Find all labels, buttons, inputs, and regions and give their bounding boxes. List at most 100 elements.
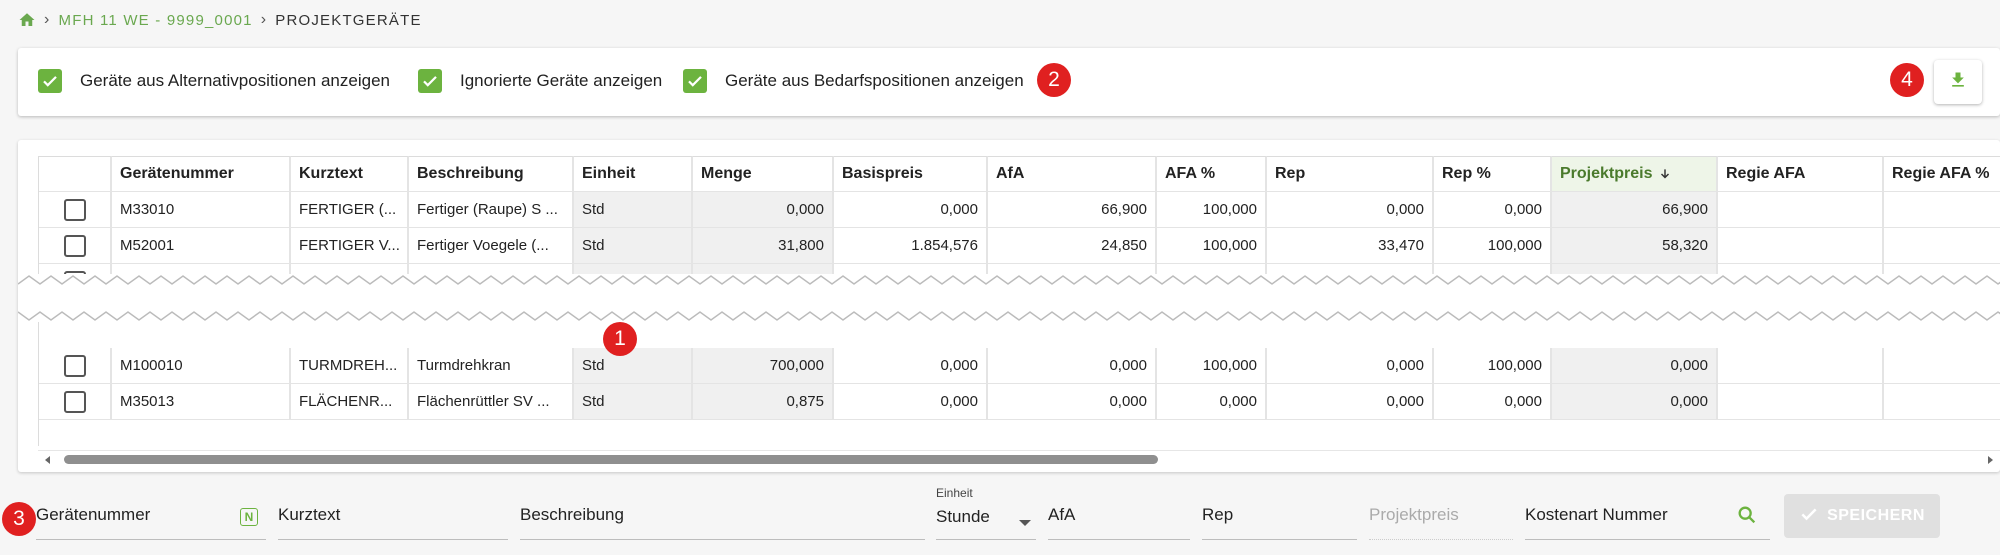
scroll-left-icon[interactable] [42,453,54,465]
cell-regie-afa-percent[interactable] [1884,384,2000,420]
header-regie-afa[interactable]: Regie AFA [1718,156,1884,192]
beschreibung-field[interactable]: Beschreibung [520,490,925,540]
cell-geraetenummer[interactable]: M100010 [112,348,291,384]
breadcrumb-separator: › [260,11,268,28]
breadcrumb-project-link[interactable]: MFH 11 WE - 9999_0001 [59,12,253,29]
cell-regie-afa[interactable] [1718,348,1884,384]
row-checkbox[interactable] [63,354,86,377]
header-rep-percent[interactable]: Rep % [1434,156,1552,192]
header-regie-afa-percent[interactable]: Regie AFA % [1884,156,2000,192]
table-row[interactable]: M52001 FERTIGER V... Fertiger Voegele (...… [39,228,2000,264]
cell-regie-afa-percent[interactable] [1884,348,2000,384]
rep-field[interactable]: Rep [1202,490,1357,540]
cell-geraetenummer[interactable]: M33010 [112,192,291,228]
kostenart-field[interactable]: Kostenart Nummer [1525,490,1770,540]
header-afa-percent[interactable]: AFA % [1157,156,1267,192]
checkbox-checked-icon[interactable] [418,69,442,93]
cell-kurztext[interactable]: TURMDREH... [291,348,409,384]
header-menge[interactable]: Menge [693,156,834,192]
cell-regie-afa[interactable] [1718,192,1884,228]
filter-panel: Geräte aus Alternativpositionen anzeigen… [18,48,2000,116]
cell-projektpreis[interactable]: 0,000 [1552,384,1718,420]
header-kurztext[interactable]: Kurztext [291,156,409,192]
cell-basispreis[interactable]: 0,000 [834,384,988,420]
cell-basispreis[interactable]: 0,000 [834,348,988,384]
cell-beschreibung[interactable]: Flächenrüttler SV ... [409,384,574,420]
cell-rep[interactable]: 33,470 [1267,228,1434,264]
filter-bedarfspositionen[interactable]: Geräte aus Bedarfspositionen anzeigen [683,69,1024,93]
cell-rep-percent[interactable]: 100,000 [1434,228,1552,264]
cell-afa[interactable]: 0,000 [988,348,1157,384]
scroll-right-icon[interactable] [1984,453,1996,465]
cell-afa[interactable]: 24,850 [988,228,1157,264]
header-einheit[interactable]: Einheit [574,156,693,192]
row-checkbox[interactable] [63,198,86,221]
header-basispreis[interactable]: Basispreis [834,156,988,192]
cell-menge[interactable]: 31,800 [693,228,834,264]
search-icon[interactable] [1736,504,1758,531]
cell-rep-percent[interactable]: 0,000 [1434,384,1552,420]
breadcrumb-separator: › [44,11,51,28]
cell-regie-afa-percent[interactable] [1884,192,2000,228]
n-badge-icon: N [240,508,258,526]
cell-rep-percent[interactable]: 0,000 [1434,192,1552,228]
cell-afa-percent[interactable]: 100,000 [1157,192,1267,228]
row-checkbox[interactable] [63,234,86,257]
filter-alternativpositionen[interactable]: Geräte aus Alternativpositionen anzeigen [38,69,390,93]
cell-menge[interactable]: 700,000 [693,348,834,384]
cell-beschreibung[interactable]: Fertiger (Raupe) S ... [409,192,574,228]
cell-menge[interactable]: 0,875 [693,384,834,420]
header-select[interactable] [39,156,112,192]
cell-regie-afa-percent[interactable] [1884,228,2000,264]
cell-einheit[interactable]: Std [574,228,693,264]
cell-regie-afa[interactable] [1718,384,1884,420]
checkbox-checked-icon[interactable] [683,69,707,93]
cell-afa[interactable]: 0,000 [988,384,1157,420]
row-checkbox[interactable] [63,390,86,413]
cell-afa[interactable]: 66,900 [988,192,1157,228]
cell-projektpreis[interactable]: 66,900 [1552,192,1718,228]
cell-kurztext[interactable]: FERTIGER (... [291,192,409,228]
header-rep[interactable]: Rep [1267,156,1434,192]
cell-beschreibung[interactable]: Turmdrehkran [409,348,574,384]
filter-ignorierte[interactable]: Ignorierte Geräte anzeigen [418,69,662,93]
geraetenummer-field[interactable]: Gerätenummer N [36,490,266,540]
cell-afa-percent[interactable]: 100,000 [1157,348,1267,384]
cell-basispreis[interactable]: 0,000 [834,192,988,228]
cell-basispreis[interactable]: 1.854,576 [834,228,988,264]
cell-projektpreis[interactable]: 58,320 [1552,228,1718,264]
cell-regie-afa[interactable] [1718,228,1884,264]
checkbox-checked-icon[interactable] [38,69,62,93]
cell-rep[interactable]: 0,000 [1267,348,1434,384]
table-row[interactable]: M35013 FLÄCHENR... Flächenrüttler SV ... St… [39,384,2000,420]
table-row[interactable]: M33010 FERTIGER (... Fertiger (Raupe) S ..… [39,192,2000,228]
cell-rep[interactable]: 0,000 [1267,192,1434,228]
cell-geraetenummer[interactable]: M52001 [112,228,291,264]
home-icon[interactable] [18,11,36,29]
cell-einheit[interactable]: Std [574,384,693,420]
cell-kurztext[interactable]: FLÄCHENR... [291,384,409,420]
table-row[interactable]: M100010 TURMDREH... Turmdrehkran Std 700,000… [39,348,2000,384]
header-afa[interactable]: AfA [988,156,1157,192]
cell-rep-percent[interactable]: 100,000 [1434,348,1552,384]
header-projektpreis[interactable]: Projektpreis [1552,156,1718,192]
cell-einheit[interactable]: Std [574,348,693,384]
header-beschreibung[interactable]: Beschreibung [409,156,574,192]
cell-einheit[interactable]: Std [574,192,693,228]
cell-afa-percent[interactable]: 100,000 [1157,228,1267,264]
cell-rep[interactable]: 0,000 [1267,384,1434,420]
einheit-select[interactable]: Stunde [936,490,1036,540]
download-button[interactable] [1934,60,1982,104]
scrollbar-thumb[interactable] [64,455,1158,464]
save-button[interactable]: SPEICHERN [1784,494,1940,538]
cell-projektpreis[interactable]: 0,000 [1552,348,1718,384]
cell-geraetenummer[interactable]: M35013 [112,384,291,420]
cell-afa-percent[interactable]: 0,000 [1157,384,1267,420]
cell-beschreibung[interactable]: Fertiger Voegele (... [409,228,574,264]
cell-kurztext[interactable]: FERTIGER V... [291,228,409,264]
cell-menge[interactable]: 0,000 [693,192,834,228]
afa-field[interactable]: AfA [1048,490,1190,540]
horizontal-scrollbar[interactable] [38,450,2000,466]
kurztext-field[interactable]: Kurztext [278,490,508,540]
header-geraetenummer[interactable]: Gerätenummer [112,156,291,192]
